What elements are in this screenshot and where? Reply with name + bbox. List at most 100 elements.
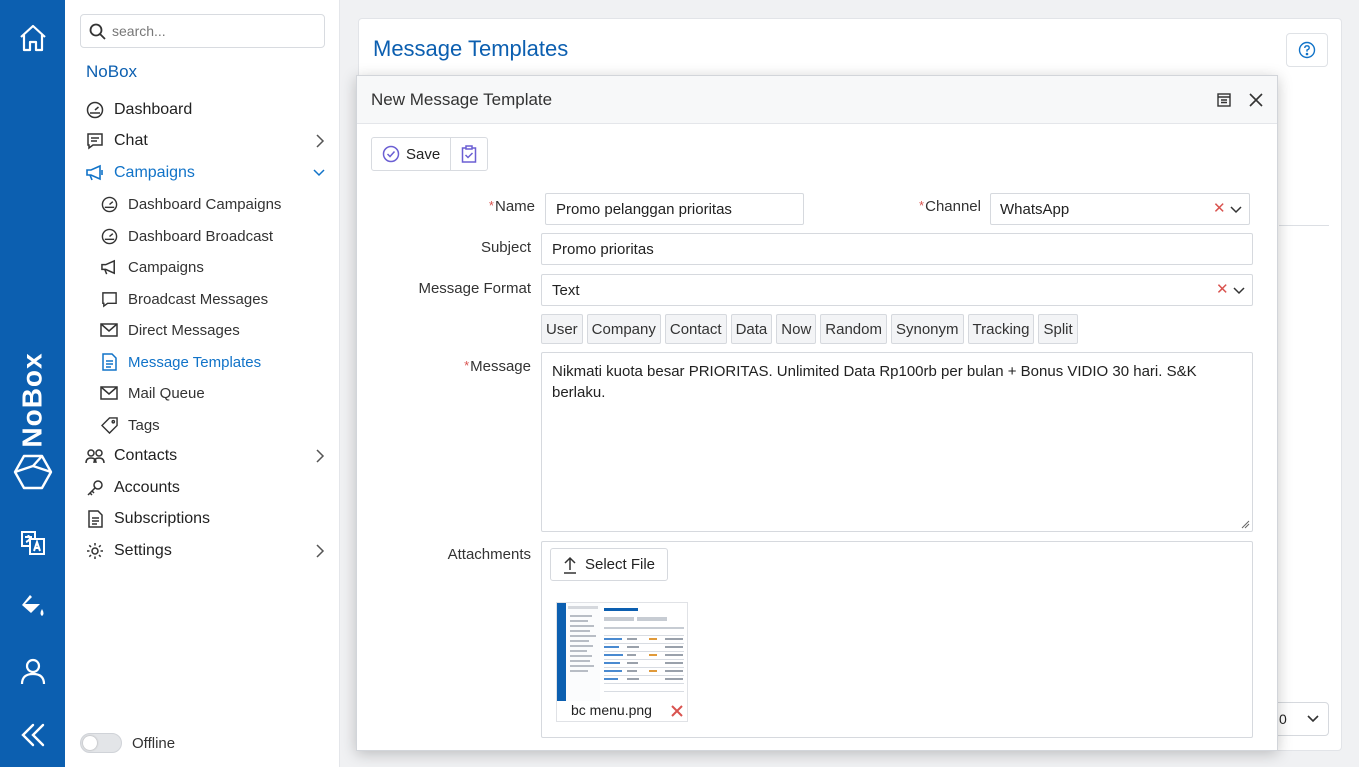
sidebar-item-label: Mail Queue xyxy=(128,384,205,402)
app-rail: NoBox xyxy=(0,0,65,767)
attachment-thumbnail[interactable]: bc menu.png xyxy=(556,602,688,722)
delete-icon[interactable] xyxy=(670,704,684,718)
clipboard-check-icon xyxy=(461,145,477,163)
chevron-right-icon xyxy=(316,544,325,558)
org-name: NoBox xyxy=(86,62,138,81)
search-input[interactable] xyxy=(112,23,312,39)
sidebar-item-subscriptions[interactable]: Subscriptions xyxy=(65,504,340,534)
select-file-label: Select File xyxy=(585,556,656,573)
tag-user[interactable]: User xyxy=(541,314,583,344)
sidebar-item-chat[interactable]: Chat xyxy=(65,126,340,156)
sidebar-item-label: Subscriptions xyxy=(114,510,211,527)
check-circle-icon xyxy=(382,145,400,163)
tag-synonym[interactable]: Synonym xyxy=(890,314,964,344)
sidebar-item-contacts[interactable]: Contacts xyxy=(65,441,340,471)
brand-vertical: NoBox xyxy=(16,352,48,448)
sidebar-item-label: Broadcast Messages xyxy=(128,290,269,308)
placeholder-tags: User Company Contact Data Now Random Syn… xyxy=(541,314,1082,344)
tag-company[interactable]: Company xyxy=(586,314,661,344)
tag-now[interactable]: Now xyxy=(776,314,817,344)
dialog-title: New Message Template xyxy=(371,90,553,109)
close-button[interactable] xyxy=(1246,90,1266,110)
collapse-icon[interactable] xyxy=(0,720,65,750)
message-icon xyxy=(99,289,119,309)
sidebar-item-label: Dashboard Broadcast xyxy=(128,227,274,245)
search-icon xyxy=(89,23,106,40)
sidebar-item-label: Settings xyxy=(114,542,172,559)
sidebar-item-campaigns-list[interactable]: Campaigns xyxy=(65,252,340,282)
sidebar-item-dashboard[interactable]: Dashboard xyxy=(65,95,340,125)
help-icon xyxy=(1298,41,1316,59)
clear-icon[interactable]: ✕ xyxy=(1213,199,1226,217)
format-label: Message Format xyxy=(418,280,531,297)
tag-data[interactable]: Data xyxy=(730,314,773,344)
sidebar-item-label: Dashboard Campaigns xyxy=(128,195,282,213)
chevron-down-icon xyxy=(313,169,325,177)
resize-grip-icon[interactable] xyxy=(1241,520,1250,529)
page-size-select[interactable]: 0 xyxy=(1274,702,1329,736)
tag-split[interactable]: Split xyxy=(1038,314,1078,344)
message-textarea[interactable]: Nikmati kuota besar PRIORITAS. Unlimited… xyxy=(541,352,1253,532)
chat-icon xyxy=(85,131,105,151)
sidebar-item-dashboard-broadcast[interactable]: Dashboard Broadcast xyxy=(65,221,340,251)
tag-tracking[interactable]: Tracking xyxy=(967,314,1035,344)
attachment-preview-image xyxy=(557,603,687,701)
close-icon xyxy=(1249,93,1263,107)
megaphone-icon xyxy=(99,257,119,277)
chevron-down-icon xyxy=(1233,287,1245,295)
sidebar-item-direct-messages[interactable]: Direct Messages xyxy=(65,315,340,345)
user-icon[interactable] xyxy=(0,656,65,686)
sidebar-item-settings[interactable]: Settings xyxy=(65,536,340,566)
chevron-down-icon xyxy=(1230,206,1242,214)
sidebar-item-label: Contacts xyxy=(114,447,178,464)
tag-contact[interactable]: Contact xyxy=(664,314,727,344)
sidebar-item-message-templates[interactable]: Message Templates xyxy=(65,347,340,377)
attachment-filename: bc menu.png xyxy=(571,702,652,718)
envelope-icon xyxy=(99,383,119,403)
sidebar-item-campaigns[interactable]: Campaigns xyxy=(65,158,340,188)
translate-icon[interactable] xyxy=(0,528,65,558)
search-box[interactable] xyxy=(80,14,325,48)
sidebar-item-label: Dashboard xyxy=(114,101,193,118)
gauge-icon xyxy=(99,194,119,214)
megaphone-icon xyxy=(85,163,105,183)
clipboard-button[interactable] xyxy=(450,138,487,170)
chevron-down-icon xyxy=(1307,715,1319,723)
sidebar-item-label: Campaigns xyxy=(128,258,204,276)
gauge-icon xyxy=(99,226,119,246)
attachments-box: Select File bc menu.png xyxy=(541,541,1253,738)
subject-field[interactable]: Promo prioritas xyxy=(541,233,1253,265)
key-icon xyxy=(85,478,105,498)
sidebar-item-mail-queue[interactable]: Mail Queue xyxy=(65,378,340,408)
channel-label: *Channel xyxy=(919,198,981,215)
channel-select[interactable]: WhatsApp ✕ xyxy=(990,193,1250,225)
subject-label: Subject xyxy=(480,239,531,256)
help-button[interactable] xyxy=(1286,33,1328,67)
sidebar-item-dashboard-campaigns[interactable]: Dashboard Campaigns xyxy=(65,189,340,219)
tag-random[interactable]: Random xyxy=(820,314,887,344)
format-select[interactable]: Text ✕ xyxy=(541,274,1253,306)
sidebar-item-accounts[interactable]: Accounts xyxy=(65,473,340,503)
dialog-header: New Message Template xyxy=(357,76,1277,124)
select-file-button[interactable]: Select File xyxy=(550,548,669,581)
sidebar-item-broadcast-messages[interactable]: Broadcast Messages xyxy=(65,284,340,314)
page-title: Message Templates xyxy=(373,36,569,61)
maximize-icon xyxy=(1217,93,1231,107)
sidebar-item-label: Tags xyxy=(128,416,160,434)
save-button[interactable]: Save xyxy=(372,138,450,170)
attachments-label: Attachments xyxy=(447,546,531,563)
sidebar-item-label: Chat xyxy=(114,132,148,149)
gauge-icon xyxy=(85,100,105,120)
sidebar-item-label: Campaigns xyxy=(114,164,195,181)
name-label: *Name xyxy=(488,198,535,215)
home-icon[interactable] xyxy=(0,20,65,56)
paint-bucket-icon[interactable] xyxy=(0,592,65,622)
maximize-button[interactable] xyxy=(1214,90,1234,110)
message-label: *Message xyxy=(464,358,531,375)
clear-icon[interactable]: ✕ xyxy=(1216,280,1229,298)
name-field[interactable]: Promo pelanggan prioritas xyxy=(545,193,804,225)
online-toggle[interactable] xyxy=(80,733,122,753)
sidebar-item-label: Message Templates xyxy=(128,353,262,371)
sidebar-item-tags[interactable]: Tags xyxy=(65,410,340,440)
chevron-right-icon xyxy=(316,449,325,463)
